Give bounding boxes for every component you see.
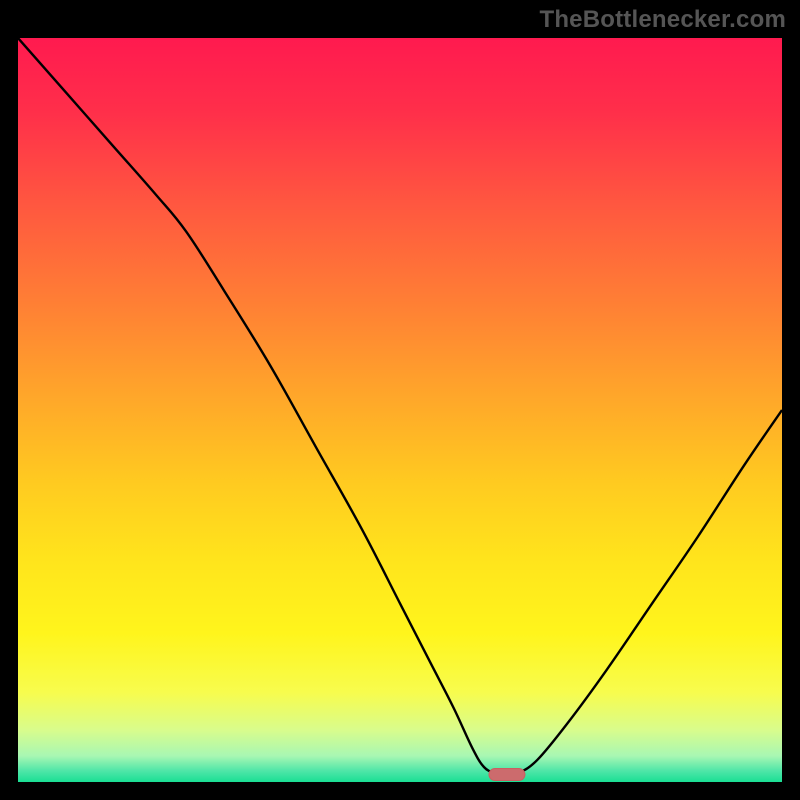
watermark-text: TheBottlenecker.com (539, 6, 786, 34)
optimum-marker (489, 769, 525, 781)
plot-area (18, 38, 782, 782)
chart-frame: TheBottlenecker.com (0, 0, 800, 800)
bottleneck-chart (18, 38, 782, 782)
gradient-background (18, 38, 782, 782)
